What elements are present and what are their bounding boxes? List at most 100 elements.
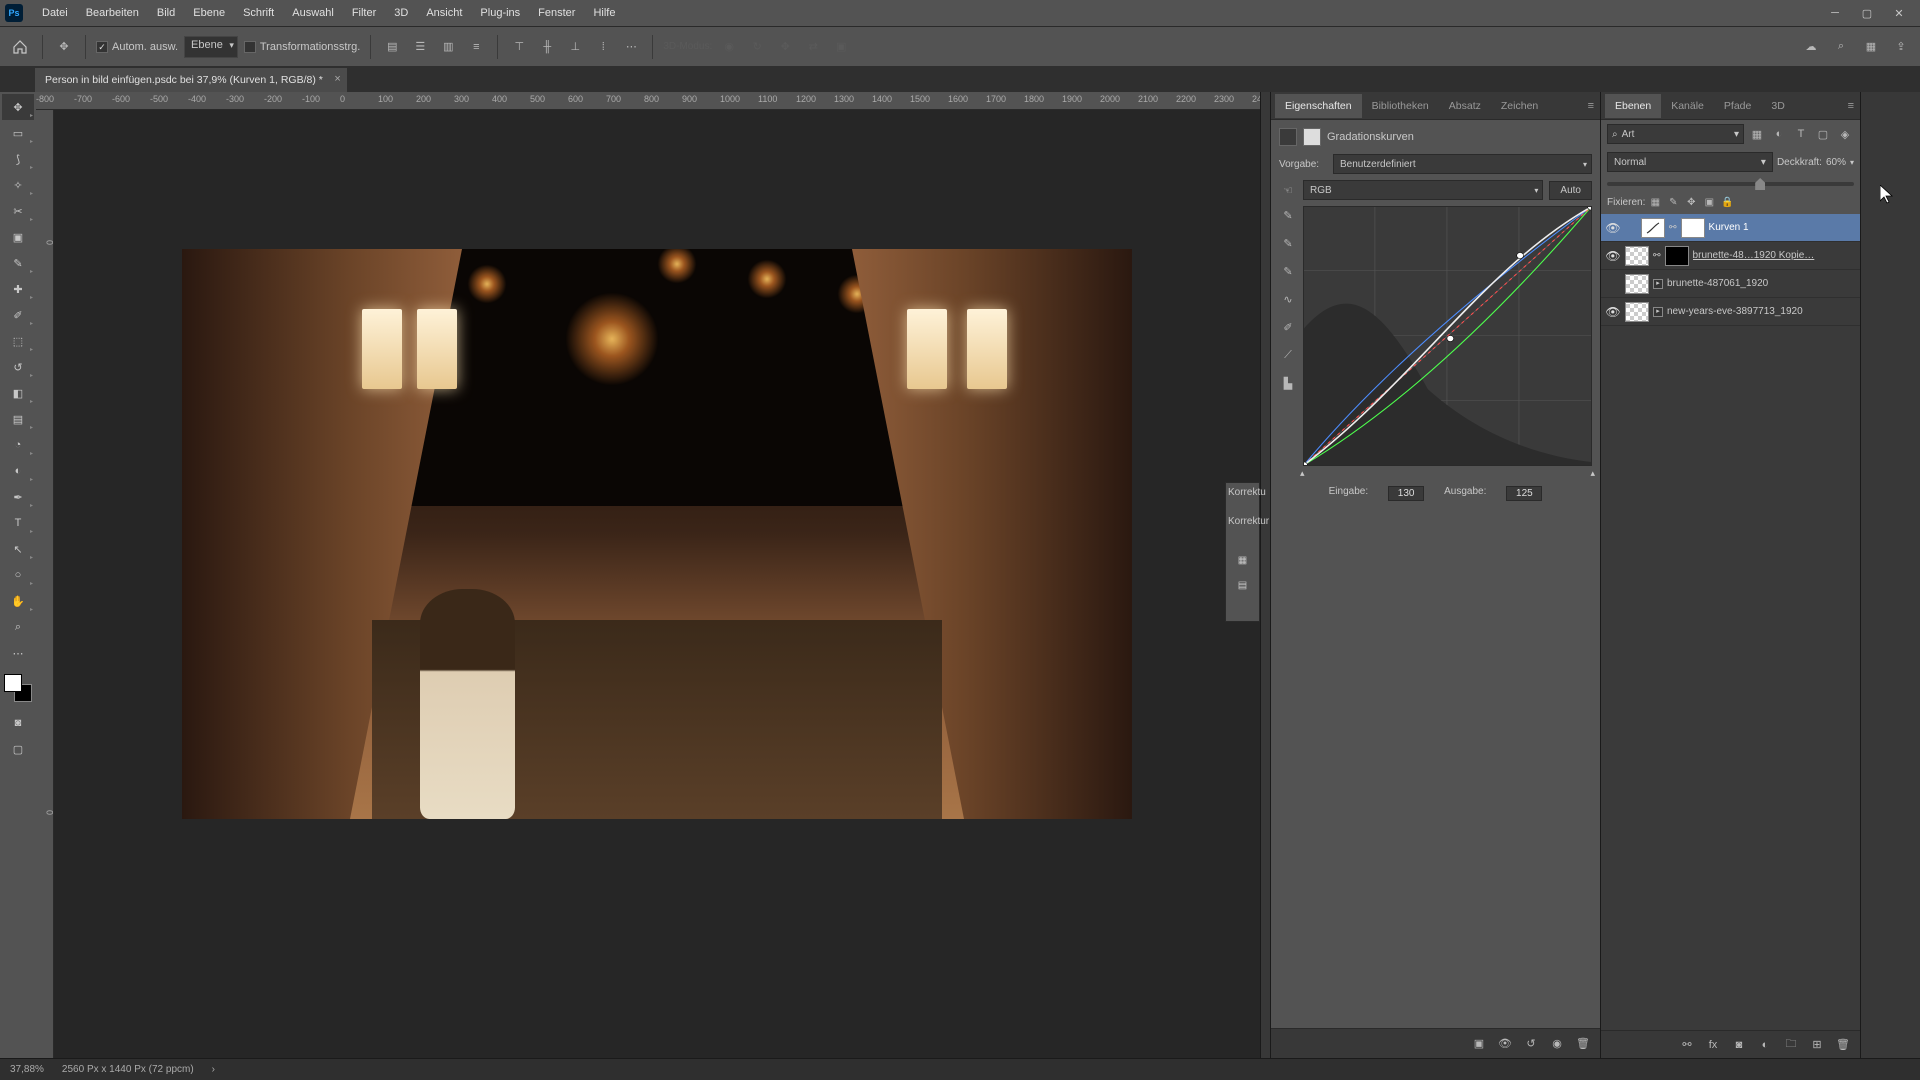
align-center-v-icon[interactable]: ╫: [536, 36, 558, 58]
move-tool[interactable]: ✥▸: [2, 94, 34, 120]
menu-auswahl[interactable]: Auswahl: [283, 0, 343, 26]
healing-tool[interactable]: ✚▸: [2, 276, 34, 302]
foreground-color[interactable]: [4, 674, 22, 692]
layer-row[interactable]: ▸brunette-487061_1920: [1601, 270, 1860, 298]
layer-thumb[interactable]: [1625, 274, 1649, 294]
menu-ansicht[interactable]: Ansicht: [417, 0, 471, 26]
lock-position-icon[interactable]: ✥: [1683, 194, 1699, 210]
tab-zeichen[interactable]: Zeichen: [1491, 94, 1548, 118]
layer-visibility-icon[interactable]: 👁: [1605, 249, 1621, 263]
preset-select[interactable]: Benutzerdefiniert: [1333, 154, 1592, 174]
menu-datei[interactable]: Datei: [33, 0, 77, 26]
panel-collapse-strip[interactable]: [1260, 92, 1270, 1058]
layer-row[interactable]: 👁⚯brunette-48…1920 Kopie…: [1601, 242, 1860, 270]
tab-pfade[interactable]: Pfade: [1714, 94, 1761, 118]
layer-row[interactable]: 👁▸new-years-eve-3897713_1920: [1601, 298, 1860, 326]
history-brush-tool[interactable]: ↺▸: [2, 354, 34, 380]
hand-tool[interactable]: ✋▸: [2, 588, 34, 614]
align-top-icon[interactable]: ⊤: [508, 36, 530, 58]
layer-visibility-icon[interactable]: 👁: [1605, 221, 1621, 235]
lock-all-icon[interactable]: 🔒: [1719, 194, 1735, 210]
curve-draw-tool-icon[interactable]: ✐: [1279, 318, 1297, 336]
zoom-tool[interactable]: ⌕: [2, 614, 34, 640]
menu-schrift[interactable]: Schrift: [234, 0, 283, 26]
workspace-icon[interactable]: ▦: [1860, 36, 1882, 58]
menu-bearbeiten[interactable]: Bearbeiten: [77, 0, 148, 26]
gray-point-eyedropper-icon[interactable]: ✎: [1279, 234, 1297, 252]
view-previous-icon[interactable]: 👁: [1496, 1035, 1514, 1053]
menu-3d[interactable]: 3D: [385, 0, 417, 26]
brush-tool[interactable]: ✐▸: [2, 302, 34, 328]
transform-controls-checkbox[interactable]: Transformationsstrg.: [244, 41, 360, 53]
opacity-slider[interactable]: [1607, 182, 1854, 186]
blur-tool[interactable]: ◔▸: [2, 432, 34, 458]
color-swatches[interactable]: [4, 674, 32, 702]
blend-mode-select[interactable]: Normal▾: [1607, 152, 1773, 172]
magic-wand-tool[interactable]: ✧▸: [2, 172, 34, 198]
align-bottom-icon[interactable]: ⊥: [564, 36, 586, 58]
output-value-field[interactable]: [1506, 486, 1542, 501]
close-button[interactable]: ✕: [1883, 0, 1915, 26]
toggle-visibility-icon[interactable]: ◉: [1548, 1035, 1566, 1053]
path-select-tool[interactable]: ↖▸: [2, 536, 34, 562]
document-info[interactable]: 2560 Px x 1440 Px (72 ppcm): [62, 1064, 194, 1075]
stamp-tool[interactable]: ⬚▸: [2, 328, 34, 354]
crop-tool[interactable]: ✂▸: [2, 198, 34, 224]
layer-name[interactable]: brunette-487061_1920: [1667, 278, 1856, 289]
dodge-tool[interactable]: ◐▸: [2, 458, 34, 484]
clip-to-layer-icon[interactable]: ▣: [1470, 1035, 1488, 1053]
new-group-icon[interactable]: 🗀: [1782, 1036, 1800, 1054]
channel-select[interactable]: RGB: [1303, 180, 1543, 200]
lasso-tool[interactable]: ⟆▸: [2, 146, 34, 172]
marquee-tool[interactable]: ▭▸: [2, 120, 34, 146]
layer-scope-select[interactable]: Ebene: [184, 36, 238, 58]
lock-artboard-icon[interactable]: ▣: [1701, 194, 1717, 210]
tab-absatz[interactable]: Absatz: [1439, 94, 1491, 118]
corrections-preset-icon[interactable]: ▦: [1228, 555, 1257, 566]
corrections-panel-collapsed[interactable]: Korrektu Korrektur ▦ ▤: [1225, 482, 1260, 622]
align-center-h-icon[interactable]: ☰: [409, 36, 431, 58]
align-left-icon[interactable]: ▤: [381, 36, 403, 58]
lock-transparency-icon[interactable]: ▦: [1647, 194, 1663, 210]
menu-bild[interactable]: Bild: [148, 0, 184, 26]
panel-edge-right[interactable]: [1860, 92, 1870, 1058]
tab-kanaele[interactable]: Kanäle: [1661, 94, 1714, 118]
pen-tool[interactable]: ✒▸: [2, 484, 34, 510]
eraser-tool[interactable]: ◧▸: [2, 380, 34, 406]
filter-image-icon[interactable]: ▦: [1748, 125, 1766, 143]
cloud-docs-icon[interactable]: ☁: [1800, 36, 1822, 58]
opacity-value[interactable]: 60%: [1826, 157, 1846, 168]
layer-thumb[interactable]: [1625, 246, 1649, 266]
layer-visibility-icon[interactable]: 👁: [1605, 305, 1621, 319]
align-right-icon[interactable]: ▥: [437, 36, 459, 58]
share-icon[interactable]: ⇪: [1890, 36, 1912, 58]
home-button[interactable]: [8, 35, 32, 59]
auto-button[interactable]: Auto: [1549, 181, 1592, 200]
curves-graph[interactable]: [1303, 206, 1592, 466]
delete-adjustment-icon[interactable]: 🗑: [1574, 1035, 1592, 1053]
white-point-eyedropper-icon[interactable]: ✎: [1279, 262, 1297, 280]
document-canvas[interactable]: [182, 249, 1132, 819]
tab-ebenen[interactable]: Ebenen: [1605, 94, 1661, 118]
new-adjustment-icon[interactable]: ◐: [1756, 1036, 1774, 1054]
gradient-tool[interactable]: ▤▸: [2, 406, 34, 432]
ruler-horizontal[interactable]: -800-700-600-500-400-300-200-10001002003…: [36, 92, 1260, 110]
screen-mode-tool[interactable]: ▢: [2, 736, 34, 762]
adjustment-thumb[interactable]: [1641, 218, 1665, 238]
zoom-level[interactable]: 37,88%: [10, 1064, 44, 1075]
shape-tool[interactable]: ○▸: [2, 562, 34, 588]
document-tab[interactable]: Person in bild einfügen.psdc bei 37,9% (…: [35, 68, 347, 92]
tab-3d[interactable]: 3D: [1761, 94, 1794, 118]
quick-mask-tool[interactable]: ◙: [2, 710, 34, 736]
mask-thumb[interactable]: [1681, 218, 1705, 238]
mask-icon[interactable]: [1303, 128, 1321, 146]
mask-thumb[interactable]: [1665, 246, 1689, 266]
filter-type-icon[interactable]: T: [1792, 125, 1810, 143]
layers-panel-menu-icon[interactable]: ≡: [1842, 100, 1860, 112]
maximize-button[interactable]: ▢: [1851, 0, 1883, 26]
frame-tool[interactable]: ▣: [2, 224, 34, 250]
input-value-field[interactable]: [1388, 486, 1424, 501]
layer-row[interactable]: 👁⚯Kurven 1: [1601, 214, 1860, 242]
eyedropper-tool[interactable]: ✎▸: [2, 250, 34, 276]
tab-eigenschaften[interactable]: Eigenschaften: [1275, 94, 1362, 118]
